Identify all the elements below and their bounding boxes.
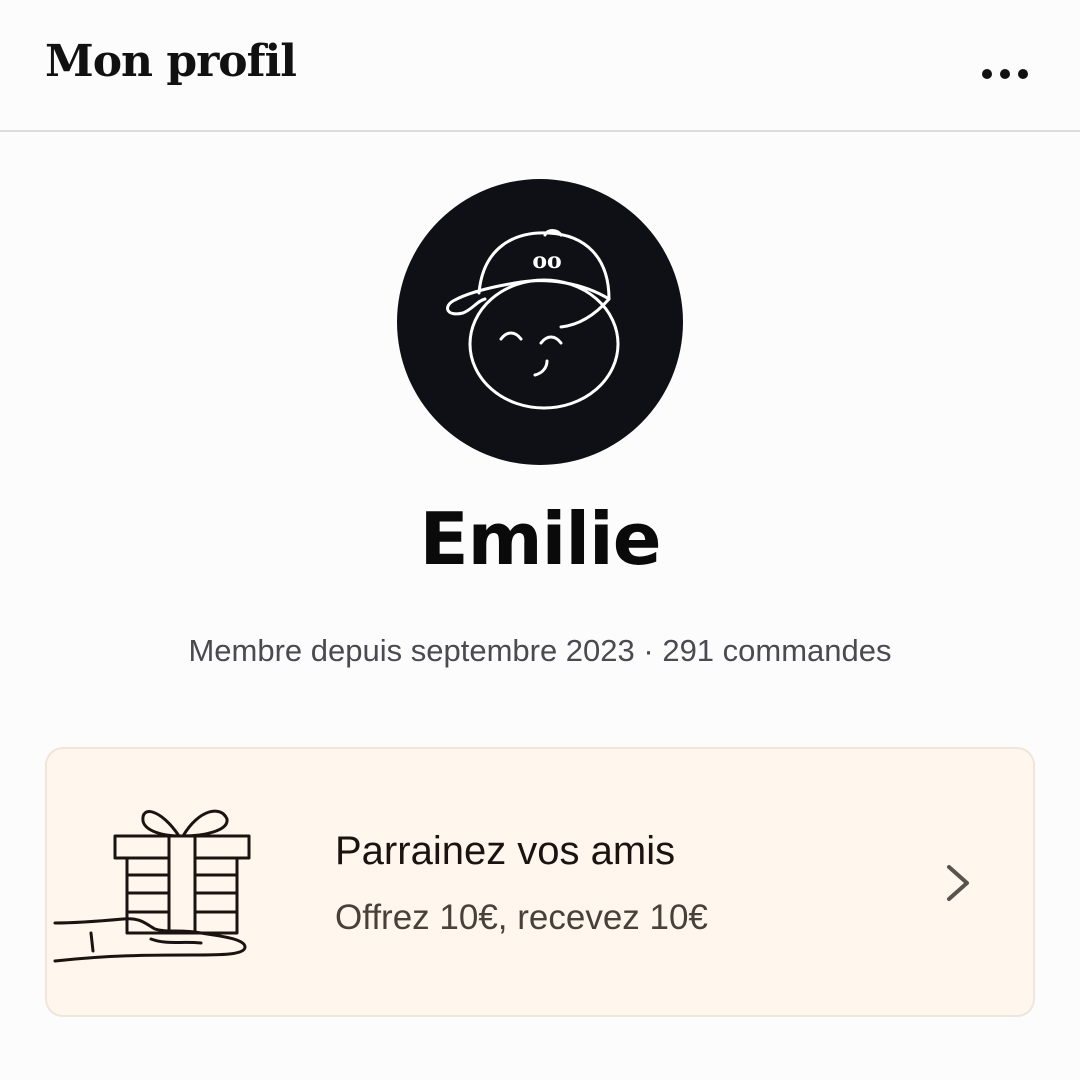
referral-title: Parrainez vos amis [335,829,676,873]
cap-logo: oo [532,248,561,274]
top-bar: Mon profil [0,0,1080,132]
referral-subtitle: Offrez 10€, recevez 10€ [335,898,708,937]
user-name: Emilie [419,497,661,581]
page-title: Mon profil [45,36,297,87]
chevron-right-icon [947,865,969,901]
more-horizontal-icon [982,69,1028,79]
gift-in-hand-icon [53,809,251,963]
referral-card[interactable]: Parrainez vos amis Offrez 10€, recevez 1… [45,747,1035,1017]
avatar[interactable]: oo [397,179,683,465]
cap-face-avatar-icon: oo [446,229,620,410]
more-options-button[interactable] [970,52,1036,96]
member-info: Membre depuis septembre 2023 · 291 comma… [188,633,892,668]
